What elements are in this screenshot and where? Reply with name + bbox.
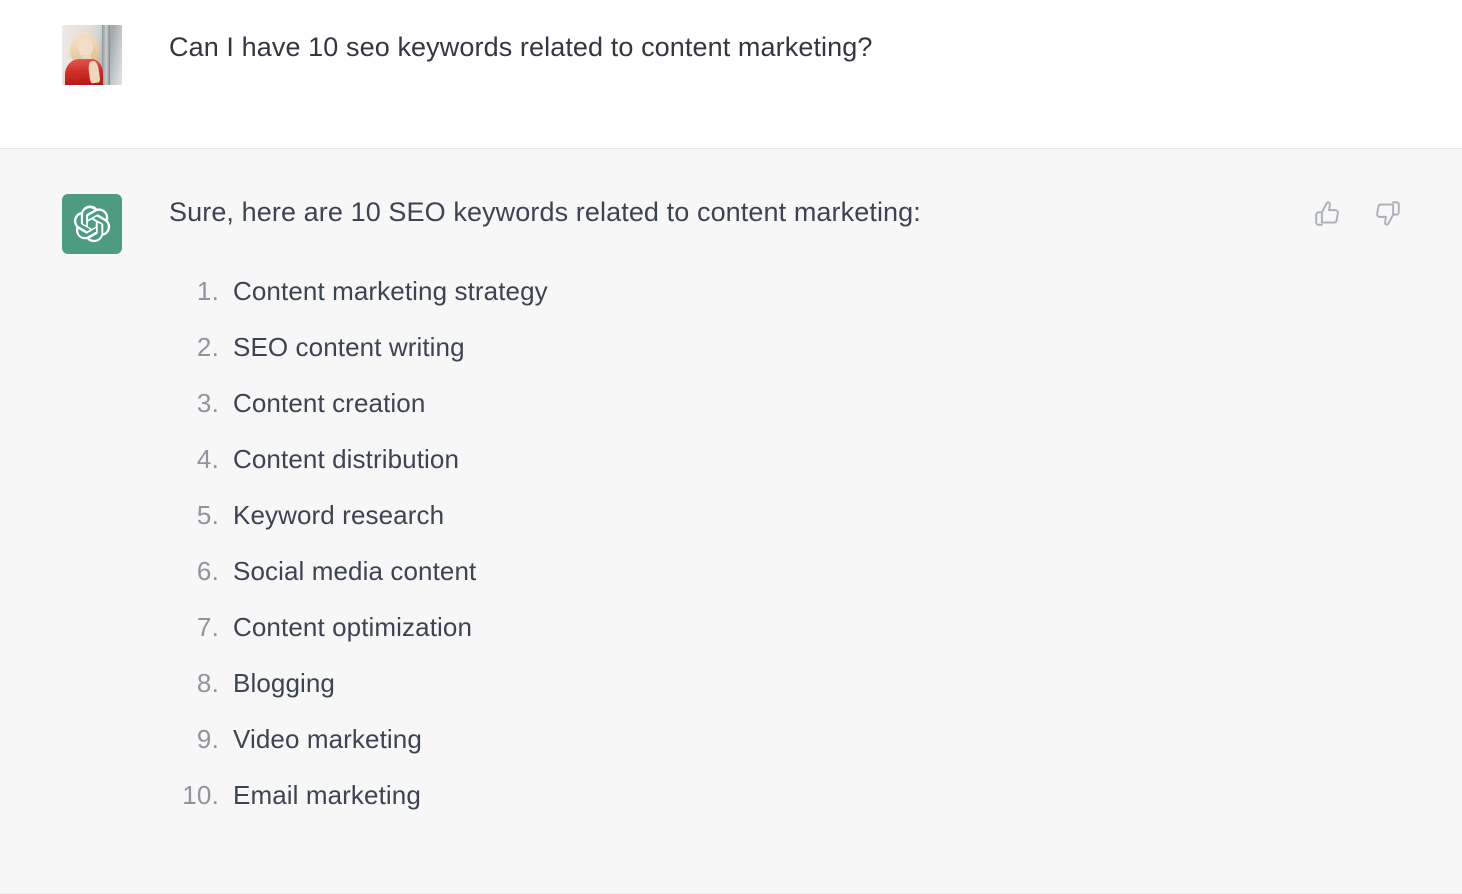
list-item: 7. Content optimization [169, 612, 1402, 668]
list-item: 1. Content marketing strategy [169, 276, 1402, 332]
list-item: 6. Social media content [169, 556, 1402, 612]
list-item-number: 5. [196, 500, 219, 531]
assistant-message-text: Sure, here are 10 SEO keywords related t… [169, 197, 921, 227]
list-item-label: Keyword research [233, 500, 445, 531]
assistant-message-turn: Sure, here are 10 SEO keywords related t… [0, 149, 1462, 894]
thumbs-up-icon [1314, 200, 1341, 227]
list-item: 2. SEO content writing [169, 332, 1402, 388]
user-message-turn: Can I have 10 seo keywords related to co… [0, 0, 1462, 149]
list-item-number: 8. [196, 668, 219, 699]
list-item-label: SEO content writing [233, 332, 465, 363]
chat-thread: Can I have 10 seo keywords related to co… [0, 0, 1462, 894]
list-item-label: Content optimization [233, 612, 473, 643]
list-item-number: 10. [182, 780, 219, 811]
list-item-number: 2. [196, 332, 219, 363]
openai-logo-icon [73, 205, 111, 243]
keyword-list: 1. Content marketing strategy 2. SEO con… [169, 276, 1402, 836]
list-item-label: Email marketing [233, 780, 421, 811]
assistant-avatar [62, 194, 122, 254]
thumbs-down-icon [1374, 200, 1401, 227]
feedback-actions [1310, 194, 1404, 230]
list-item: 10. Email marketing [169, 780, 1402, 836]
user-message-body: Can I have 10 seo keywords related to co… [122, 25, 1462, 65]
list-item-number: 3. [196, 388, 219, 419]
list-item-label: Blogging [233, 668, 335, 699]
assistant-message-header: Sure, here are 10 SEO keywords related t… [169, 194, 1402, 230]
list-item-label: Content marketing strategy [233, 276, 548, 307]
thumbs-down-button[interactable] [1370, 196, 1404, 230]
assistant-message-body: Sure, here are 10 SEO keywords related t… [122, 194, 1462, 836]
list-item: 4. Content distribution [169, 444, 1402, 500]
thumbs-up-button[interactable] [1310, 196, 1344, 230]
list-item: 9. Video marketing [169, 724, 1402, 780]
list-item-number: 7. [196, 612, 219, 643]
list-item: 8. Blogging [169, 668, 1402, 724]
list-item: 3. Content creation [169, 388, 1402, 444]
list-item-label: Social media content [233, 556, 477, 587]
user-avatar [62, 25, 122, 85]
user-message-text: Can I have 10 seo keywords related to co… [169, 32, 873, 62]
list-item-number: 1. [196, 276, 219, 307]
list-item-number: 6. [196, 556, 219, 587]
list-item-label: Video marketing [233, 724, 422, 755]
list-item: 5. Keyword research [169, 500, 1402, 556]
list-item-number: 4. [196, 444, 219, 475]
list-item-number: 9. [196, 724, 219, 755]
list-item-label: Content creation [233, 388, 426, 419]
list-item-label: Content distribution [233, 444, 460, 475]
